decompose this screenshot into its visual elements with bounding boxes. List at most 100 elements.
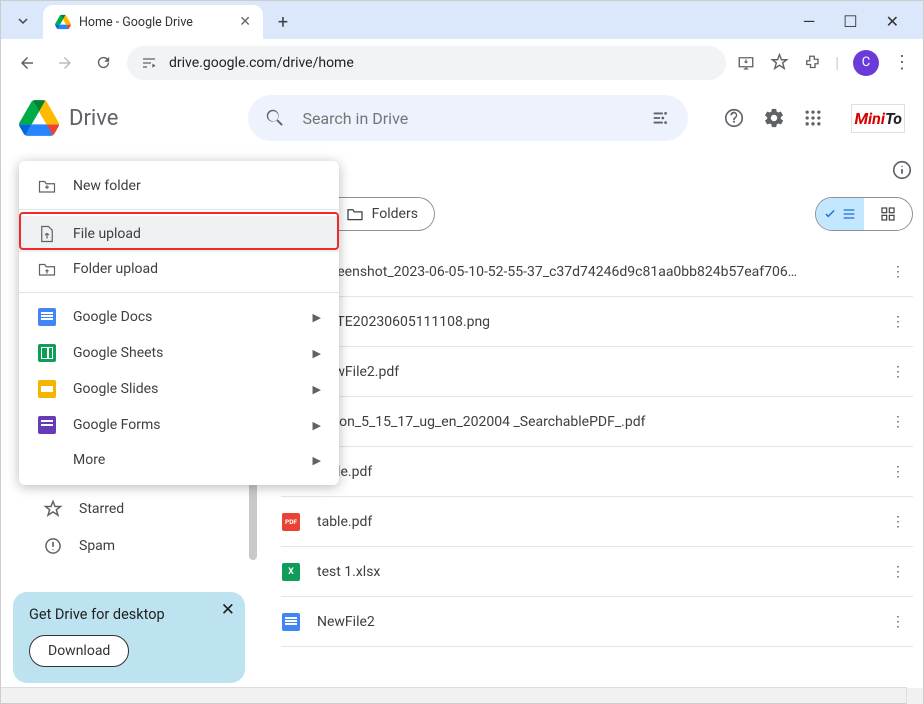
install-app-icon[interactable] (736, 54, 756, 72)
content-area: ome es Folders Screenshot_2023-06-05-10-… (257, 150, 923, 703)
promo-close-icon[interactable]: ✕ (221, 600, 235, 620)
chip-folders[interactable]: Folders (330, 197, 435, 231)
file-upload-icon (37, 225, 57, 243)
file-name: table.pdf (317, 514, 867, 530)
docs-icon (37, 308, 57, 326)
view-grid-button[interactable] (864, 198, 912, 230)
info-icon[interactable] (891, 159, 913, 181)
browser-tab-active[interactable]: Home - Google Drive ✕ (43, 5, 263, 39)
help-icon[interactable] (723, 107, 745, 129)
page-title: ome (281, 156, 891, 183)
new-tab-button[interactable]: + (269, 12, 297, 33)
drive-logo-icon (19, 98, 59, 138)
tab-title: Home - Google Drive (79, 15, 193, 30)
pdf-file-icon: PDF (282, 513, 300, 531)
close-window-icon[interactable]: ✕ (886, 12, 899, 31)
file-actions-icon[interactable]: ⋮ (883, 364, 913, 380)
file-row[interactable]: PDFlegion_5_15_17_ug_en_202004 _Searchab… (281, 397, 913, 447)
drive-logo[interactable]: Drive (19, 98, 118, 138)
download-button[interactable]: Download (29, 635, 129, 667)
browser-chrome: Home - Google Drive ✕ + — ☐ ✕ drive.goog… (1, 1, 923, 86)
forms-icon (37, 416, 57, 434)
back-button[interactable] (13, 49, 41, 77)
search-input[interactable] (302, 109, 634, 128)
file-name: NewFile2 (317, 614, 867, 630)
file-row[interactable]: Screenshot_2023-06-05-10-52-55-37_c37d74… (281, 247, 913, 297)
search-options-icon[interactable] (650, 107, 672, 129)
grid-icon (880, 206, 896, 222)
file-actions-icon[interactable]: ⋮ (883, 514, 913, 530)
ctx-folder-upload[interactable]: Folder upload (19, 252, 339, 286)
file-actions-icon[interactable]: ⋮ (883, 614, 913, 630)
file-name: table.pdf (317, 464, 867, 480)
view-toggle (815, 197, 913, 231)
ctx-new-folder[interactable]: New folder (19, 169, 339, 203)
file-list: Screenshot_2023-06-05-10-52-55-37_c37d74… (281, 247, 913, 647)
maximize-icon[interactable]: ☐ (843, 12, 857, 31)
address-input[interactable]: drive.google.com/drive/home (127, 46, 726, 80)
file-row[interactable]: Xtest 1.xlsx⋮ (281, 547, 913, 597)
check-icon (823, 207, 837, 221)
search-icon (264, 107, 286, 129)
desktop-promo: ✕ Get Drive for desktop Download (13, 592, 245, 683)
file-row[interactable]: NewFile2 ⋮ (281, 597, 913, 647)
drive-favicon-icon (55, 14, 71, 30)
submenu-arrow-icon: ▶ (313, 454, 321, 467)
file-actions-icon[interactable]: ⋮ (883, 414, 913, 430)
file-row[interactable]: PDFtable.pdf⋮ (281, 447, 913, 497)
view-list-button[interactable] (816, 198, 864, 230)
drive-header: Drive MiniTo (1, 86, 923, 150)
sheets-icon (37, 344, 57, 362)
sidebar-starred-label: Starred (79, 501, 124, 517)
folder-icon (346, 207, 364, 221)
folder-upload-icon (37, 261, 57, 277)
file-row[interactable]: NOTE20230605111108.png ⋮ (281, 297, 913, 347)
file-name: NewFile2.pdf (317, 364, 867, 380)
ctx-google-forms[interactable]: Google Forms▶ (19, 407, 339, 443)
minitool-badge[interactable]: MiniTo (851, 104, 905, 133)
submenu-arrow-icon: ▶ (313, 311, 321, 324)
file-actions-icon[interactable]: ⋮ (883, 314, 913, 330)
search-box[interactable] (248, 95, 688, 141)
minimize-icon[interactable]: — (803, 12, 816, 31)
reload-button[interactable] (89, 49, 117, 77)
file-name: Screenshot_2023-06-05-10-52-55-37_c37d74… (317, 264, 867, 280)
sidebar-item-spam[interactable]: Spam (1, 526, 257, 563)
window-controls: — ☐ ✕ (803, 12, 915, 39)
file-row[interactable]: PDF table.pdf ⋮ (281, 497, 913, 547)
tab-search-button[interactable] (9, 7, 37, 35)
horizontal-scrollbar[interactable] (1, 687, 907, 703)
file-actions-icon[interactable]: ⋮ (883, 264, 913, 280)
profile-avatar[interactable]: C (853, 50, 879, 76)
file-actions-icon[interactable]: ⋮ (883, 564, 913, 580)
drive-product-name: Drive (69, 106, 118, 131)
file-row[interactable]: PDFNewFile2.pdf⋮ (281, 347, 913, 397)
ctx-google-slides[interactable]: Google Slides▶ (19, 371, 339, 407)
ctx-google-sheets[interactable]: Google Sheets▶ (19, 335, 339, 371)
new-context-menu: New folder File upload Folder upload Goo… (19, 161, 339, 485)
submenu-arrow-icon: ▶ (313, 419, 321, 432)
bookmark-icon[interactable] (770, 53, 789, 72)
sidebar-item-starred[interactable]: Starred (1, 492, 257, 526)
ctx-google-docs[interactable]: Google Docs▶ (19, 299, 339, 335)
tab-bar: Home - Google Drive ✕ + — ☐ ✕ (1, 1, 923, 39)
site-settings-icon[interactable] (141, 55, 157, 71)
ctx-more[interactable]: More▶ (19, 443, 339, 477)
settings-icon[interactable] (763, 107, 785, 129)
browser-menu-icon[interactable]: ⋮ (893, 52, 911, 73)
file-name: NOTE20230605111108.png (317, 314, 867, 330)
forward-button[interactable] (51, 49, 79, 77)
list-icon (841, 206, 857, 222)
apps-icon[interactable] (803, 108, 823, 128)
ctx-file-upload[interactable]: File upload (19, 216, 339, 252)
address-bar: drive.google.com/drive/home | C ⋮ (1, 39, 923, 86)
tab-close-icon[interactable]: ✕ (239, 14, 251, 30)
submenu-arrow-icon: ▶ (313, 347, 321, 360)
xlsx-file-icon: X (282, 563, 300, 581)
sidebar-spam-label: Spam (79, 538, 115, 554)
star-icon (43, 499, 63, 519)
spam-icon (43, 536, 63, 556)
file-actions-icon[interactable]: ⋮ (883, 464, 913, 480)
extensions-icon[interactable] (803, 54, 821, 72)
promo-title: Get Drive for desktop (29, 606, 229, 623)
